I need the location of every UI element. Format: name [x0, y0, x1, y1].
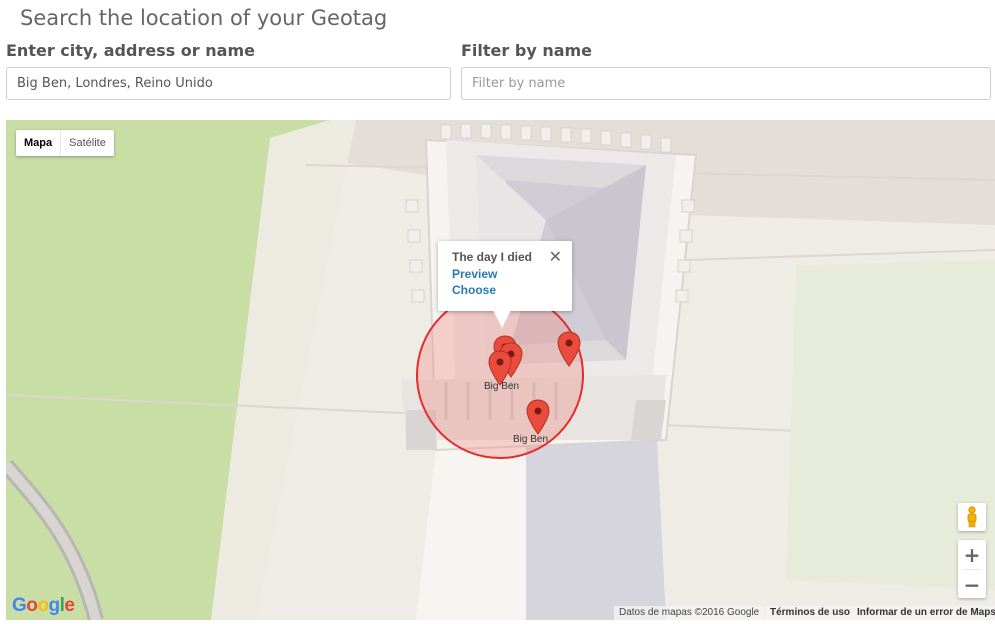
map-data-attribution: Datos de mapas ©2016 Google [614, 606, 765, 620]
map-type-control: Mapa Satélite [16, 130, 114, 156]
search-label: Enter city, address or name [6, 41, 255, 60]
page-title: Search the location of your Geotag [20, 6, 388, 30]
zoom-in-icon[interactable]: + [958, 540, 986, 569]
map-canvas[interactable]: Mapa Satélite Big Ben Big Ben The day I … [6, 120, 995, 620]
zoom-control: + − [958, 540, 986, 598]
info-window-title: The day I died [452, 250, 533, 264]
marker-label: Big Ben [513, 434, 549, 445]
filter-name-input[interactable] [461, 67, 991, 100]
choose-link[interactable]: Choose [452, 283, 558, 297]
map-type-satellite-button[interactable]: Satélite [60, 130, 114, 156]
map-marker-icon[interactable] [557, 331, 581, 367]
close-icon[interactable]: ✕ [549, 247, 562, 267]
location-search-input[interactable] [6, 67, 451, 100]
preview-link[interactable]: Preview [452, 267, 558, 281]
marker-label: Big Ben [484, 381, 520, 392]
pegman-icon[interactable] [958, 503, 986, 531]
google-logo: Google [12, 595, 75, 616]
report-error-link[interactable]: Informar de un error de Maps [852, 606, 995, 620]
zoom-out-icon[interactable]: − [958, 570, 986, 599]
terms-link[interactable]: Términos de uso [765, 606, 856, 620]
info-window-tail [493, 310, 511, 328]
map-marker-icon[interactable] [526, 399, 550, 435]
map-type-map-button[interactable]: Mapa [16, 130, 60, 156]
info-window: The day I died Preview Choose ✕ [438, 241, 572, 311]
filter-label: Filter by name [461, 41, 593, 60]
